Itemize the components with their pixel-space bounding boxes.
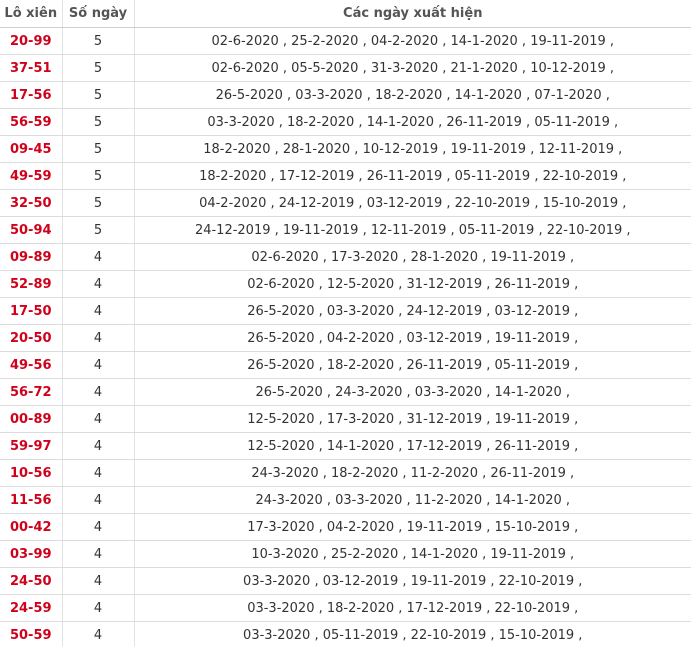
table-row: 09-89 4 02-6-2020 , 17-3-2020 , 28-1-2020 …: [0, 243, 691, 271]
table-row: 20-99 5 02-6-2020 , 25-2-2020 , 04-2-2020 …: [0, 27, 691, 55]
dates-cell: 02-6-2020 , 12-5-2020 , 31-12-2019 , 26-…: [133, 270, 691, 298]
dates-cell: 03-3-2020 , 03-12-2019 , 19-11-2019 , 22…: [133, 567, 691, 595]
lo-xien-table: Lô xiên Số ngày Các ngày xuất hiện 20-99…: [0, 0, 691, 646]
day-count-cell: 4: [61, 270, 134, 298]
pair-cell: 49-56: [0, 351, 62, 379]
day-count-cell: 5: [61, 216, 134, 244]
pair-cell: 56-72: [0, 378, 62, 406]
table-row: 17-50 4 26-5-2020 , 03-3-2020 , 24-12-2019…: [0, 297, 691, 325]
day-count-cell: 4: [61, 594, 134, 622]
dates-cell: 26-5-2020 , 18-2-2020 , 26-11-2019 , 05-…: [133, 351, 691, 379]
pair-cell: 00-89: [0, 405, 62, 433]
table-row: 03-99 4 10-3-2020 , 25-2-2020 , 14-1-2020 …: [0, 540, 691, 568]
table-row: 50-94 5 24-12-2019 , 19-11-2019 , 12-11-20…: [0, 216, 691, 244]
day-count-cell: 5: [61, 135, 134, 163]
dates-cell: 12-5-2020 , 17-3-2020 , 31-12-2019 , 19-…: [133, 405, 691, 433]
pair-cell: 17-50: [0, 297, 62, 325]
table-row: 32-50 5 04-2-2020 , 24-12-2019 , 03-12-201…: [0, 189, 691, 217]
pair-cell: 32-50: [0, 189, 62, 217]
table-row: 37-51 5 02-6-2020 , 05-5-2020 , 31-3-2020 …: [0, 54, 691, 82]
pair-cell: 50-94: [0, 216, 62, 244]
dates-cell: 04-2-2020 , 24-12-2019 , 03-12-2019 , 22…: [133, 189, 691, 217]
dates-cell: 26-5-2020 , 03-3-2020 , 24-12-2019 , 03-…: [133, 297, 691, 325]
dates-cell: 10-3-2020 , 25-2-2020 , 14-1-2020 , 19-1…: [133, 540, 691, 568]
dates-cell: 26-5-2020 , 24-3-2020 , 03-3-2020 , 14-1…: [133, 378, 691, 406]
table-row: 24-50 4 03-3-2020 , 03-12-2019 , 19-11-201…: [0, 567, 691, 595]
pair-cell: 20-99: [0, 27, 62, 55]
pair-cell: 50-59: [0, 621, 62, 646]
dates-cell: 26-5-2020 , 04-2-2020 , 03-12-2019 , 19-…: [133, 324, 691, 352]
day-count-cell: 4: [61, 513, 134, 541]
day-count-cell: 4: [61, 567, 134, 595]
dates-cell: 03-3-2020 , 05-11-2019 , 22-10-2019 , 15…: [133, 621, 691, 646]
dates-cell: 03-3-2020 , 18-2-2020 , 17-12-2019 , 22-…: [133, 594, 691, 622]
dates-cell: 02-6-2020 , 17-3-2020 , 28-1-2020 , 19-1…: [133, 243, 691, 271]
day-count-cell: 4: [61, 486, 134, 514]
day-count-cell: 4: [61, 432, 134, 460]
day-count-cell: 5: [61, 81, 134, 109]
day-count-cell: 4: [61, 378, 134, 406]
dates-cell: 24-3-2020 , 18-2-2020 , 11-2-2020 , 26-1…: [133, 459, 691, 487]
day-count-cell: 4: [61, 459, 134, 487]
table-row: 11-56 4 24-3-2020 , 03-3-2020 , 11-2-2020 …: [0, 486, 691, 514]
table-row: 49-56 4 26-5-2020 , 18-2-2020 , 26-11-2019…: [0, 351, 691, 379]
dates-cell: 18-2-2020 , 17-12-2019 , 26-11-2019 , 05…: [133, 162, 691, 190]
pair-cell: 56-59: [0, 108, 62, 136]
pair-cell: 49-59: [0, 162, 62, 190]
table-row: 52-89 4 02-6-2020 , 12-5-2020 , 31-12-2019…: [0, 270, 691, 298]
table-row: 20-50 4 26-5-2020 , 04-2-2020 , 03-12-2019…: [0, 324, 691, 352]
table-row: 24-59 4 03-3-2020 , 18-2-2020 , 17-12-2019…: [0, 594, 691, 622]
dates-cell: 12-5-2020 , 14-1-2020 , 17-12-2019 , 26-…: [133, 432, 691, 460]
dates-cell: 03-3-2020 , 18-2-2020 , 14-1-2020 , 26-1…: [133, 108, 691, 136]
dates-cell: 24-3-2020 , 03-3-2020 , 11-2-2020 , 14-1…: [133, 486, 691, 514]
table-row: 59-97 4 12-5-2020 , 14-1-2020 , 17-12-2019…: [0, 432, 691, 460]
header-pair: Lô xiên: [0, 0, 62, 28]
day-count-cell: 4: [61, 324, 134, 352]
day-count-cell: 4: [61, 297, 134, 325]
pair-cell: 17-56: [0, 81, 62, 109]
table-row: 17-56 5 26-5-2020 , 03-3-2020 , 18-2-2020 …: [0, 81, 691, 109]
day-count-cell: 5: [61, 27, 134, 55]
table-row: 00-42 4 17-3-2020 , 04-2-2020 , 19-11-2019…: [0, 513, 691, 541]
table-body: 20-99 5 02-6-2020 , 25-2-2020 , 04-2-2020 …: [0, 27, 691, 646]
table-row: 09-45 5 18-2-2020 , 28-1-2020 , 10-12-2019…: [0, 135, 691, 163]
table-row: 56-59 5 03-3-2020 , 18-2-2020 , 14-1-2020 …: [0, 108, 691, 136]
day-count-cell: 4: [61, 540, 134, 568]
day-count-cell: 4: [61, 351, 134, 379]
day-count-cell: 5: [61, 189, 134, 217]
pair-cell: 24-59: [0, 594, 62, 622]
table-row: 50-59 4 03-3-2020 , 05-11-2019 , 22-10-201…: [0, 621, 691, 646]
pair-cell: 52-89: [0, 270, 62, 298]
dates-cell: 18-2-2020 , 28-1-2020 , 10-12-2019 , 19-…: [133, 135, 691, 163]
day-count-cell: 5: [61, 108, 134, 136]
pair-cell: 11-56: [0, 486, 62, 514]
day-count-cell: 4: [61, 243, 134, 271]
pair-cell: 20-50: [0, 324, 62, 352]
dates-cell: 24-12-2019 , 19-11-2019 , 12-11-2019 , 0…: [133, 216, 691, 244]
pair-cell: 00-42: [0, 513, 62, 541]
dates-cell: 02-6-2020 , 05-5-2020 , 31-3-2020 , 21-1…: [133, 54, 691, 82]
dates-cell: 26-5-2020 , 03-3-2020 , 18-2-2020 , 14-1…: [133, 81, 691, 109]
pair-cell: 37-51: [0, 54, 62, 82]
pair-cell: 09-45: [0, 135, 62, 163]
dates-cell: 17-3-2020 , 04-2-2020 , 19-11-2019 , 15-…: [133, 513, 691, 541]
pair-cell: 10-56: [0, 459, 62, 487]
pair-cell: 09-89: [0, 243, 62, 271]
pair-cell: 24-50: [0, 567, 62, 595]
pair-cell: 03-99: [0, 540, 62, 568]
day-count-cell: 5: [61, 162, 134, 190]
table-header-row: Lô xiên Số ngày Các ngày xuất hiện: [0, 0, 691, 28]
day-count-cell: 4: [61, 621, 134, 646]
pair-cell: 59-97: [0, 432, 62, 460]
day-count-cell: 5: [61, 54, 134, 82]
table-row: 49-59 5 18-2-2020 , 17-12-2019 , 26-11-201…: [0, 162, 691, 190]
header-dates: Các ngày xuất hiện: [133, 0, 691, 28]
table-row: 10-56 4 24-3-2020 , 18-2-2020 , 11-2-2020 …: [0, 459, 691, 487]
dates-cell: 02-6-2020 , 25-2-2020 , 04-2-2020 , 14-1…: [133, 27, 691, 55]
day-count-cell: 4: [61, 405, 134, 433]
header-days: Số ngày: [61, 0, 134, 28]
table-row: 56-72 4 26-5-2020 , 24-3-2020 , 03-3-2020 …: [0, 378, 691, 406]
table-row: 00-89 4 12-5-2020 , 17-3-2020 , 31-12-2019…: [0, 405, 691, 433]
